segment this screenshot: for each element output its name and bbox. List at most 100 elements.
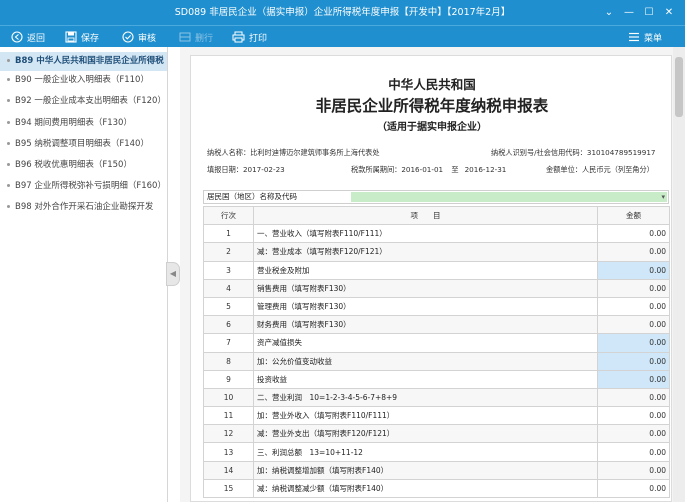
close-button[interactable]: ✕ xyxy=(659,0,679,25)
row-amount: 0.00 xyxy=(597,296,670,317)
tax-period-row: 税款所属期间：2016-01-01 至 2016-12-31 xyxy=(351,165,507,174)
maximize-button[interactable]: ☐ xyxy=(639,0,659,25)
dropdown-icon[interactable]: ⌄ xyxy=(599,0,619,25)
delete-row-icon xyxy=(178,31,191,44)
check-circle-icon xyxy=(121,31,134,44)
back-button[interactable]: 返回 xyxy=(10,26,45,48)
sidebar-item-b89[interactable]: B89 中华人民共和国非居民企业所得税 xyxy=(0,52,167,71)
currency-unit-row: 金额单位：人民币元（列至角分） xyxy=(546,165,654,174)
bullet-icon xyxy=(7,121,10,124)
taxid-value: 310104789519917 xyxy=(586,148,656,157)
row-line-number: 5 xyxy=(203,296,254,317)
row-amount: 0.00 xyxy=(597,242,670,262)
table-row: 9 投资收益 0.00 xyxy=(203,369,670,389)
delete-row-button[interactable]: 删行 xyxy=(178,26,213,48)
row-item: 加：纳税调整增加额（填写附表F140） xyxy=(253,460,598,480)
bullet-icon xyxy=(7,99,10,102)
sidebar: B89 中华人民共和国非居民企业所得税 B90 一般企业收入明细表（F110） … xyxy=(0,47,168,502)
bullet-icon xyxy=(7,142,10,145)
table-row: 10 二、营业利润 10=1-2-3-4-5-6-7+8+9 0.00 xyxy=(203,387,670,408)
table-row: 15 减：纳税调整减少额（填写附表F140） 0.00 xyxy=(203,478,670,499)
col-header-amount: 金额 xyxy=(597,205,670,226)
fill-date-row: 填报日期：2017-02-23 xyxy=(207,165,285,174)
row-item: 一、营业收入（填写附表F110/F111） xyxy=(253,224,598,244)
row-line-number: 12 xyxy=(203,424,254,444)
row-line-number: 14 xyxy=(203,460,254,480)
row-line-number: 7 xyxy=(203,333,254,353)
row-amount: 0.00 xyxy=(597,224,670,244)
tax-form: 中华人民共和国 非居民企业所得税年度纳税申报表 （适用于据实申报企业） 纳税人名… xyxy=(190,55,672,502)
col-header-line: 行次 xyxy=(203,205,254,226)
collapse-sidebar-toggle[interactable]: ◀ xyxy=(166,262,180,286)
sidebar-item-b98[interactable]: B98 对外合作开采石油企业勘探开发 xyxy=(0,198,167,217)
table-row: 14 加：纳税调整增加额（填写附表F140） 0.00 xyxy=(203,460,670,480)
title-bar: SD089 非居民企业（据实申报）企业所得税年度申报【开发中】【2017年2月】… xyxy=(0,0,685,25)
review-button[interactable]: 审核 xyxy=(121,26,156,48)
country-label: 居民国（地区）名称及代码 xyxy=(207,192,297,201)
table-row: 1 一、营业收入（填写附表F110/F111） 0.00 xyxy=(203,224,670,244)
row-amount: 0.00 xyxy=(597,478,670,499)
bullet-icon xyxy=(7,59,10,62)
row-amount-input[interactable]: 0.00 xyxy=(597,260,670,280)
row-amount-input[interactable]: 0.00 xyxy=(597,369,670,389)
row-item: 投资收益 xyxy=(253,369,598,389)
taxpayer-name: 比利时迪博迈尔建筑师事务所上海代表处 xyxy=(250,148,380,157)
row-amount: 0.00 xyxy=(597,406,670,426)
row-item: 二、营业利润 10=1-2-3-4-5-6-7+8+9 xyxy=(253,387,598,408)
bullet-icon xyxy=(7,78,10,81)
hamburger-icon xyxy=(627,31,640,44)
row-line-number: 15 xyxy=(203,478,254,499)
table-row: 12 减：营业外支出（填写附表F120/F121） 0.00 xyxy=(203,424,670,444)
row-line-number: 4 xyxy=(203,278,254,298)
country-input[interactable] xyxy=(351,192,667,202)
row-line-number: 2 xyxy=(203,242,254,262)
table-row: 13 三、利润总额 13=10+11-12 0.00 xyxy=(203,442,670,462)
row-item: 减：营业外支出（填写附表F120/F121） xyxy=(253,424,598,444)
sidebar-item-b95[interactable]: B95 纳税调整项目明细表（F140） xyxy=(0,135,167,154)
sidebar-item-b96[interactable]: B96 税收优惠明细表（F150） xyxy=(0,156,167,175)
row-line-number: 1 xyxy=(203,224,254,244)
row-amount: 0.00 xyxy=(597,278,670,298)
row-amount: 0.00 xyxy=(597,315,670,335)
form-subtitle: （适用于据实申报企业） xyxy=(377,122,487,133)
currency-unit: 人民币元（列至角分） xyxy=(581,165,654,174)
save-icon xyxy=(64,31,77,44)
row-line-number: 8 xyxy=(203,351,254,371)
row-item: 加：公允价值变动收益 xyxy=(253,351,598,371)
row-item: 销售费用（填写附表F130） xyxy=(253,278,598,298)
period-start: 2016-01-01 xyxy=(401,165,444,174)
toolbar: 返回 保存 审核 删行 打印 菜单 xyxy=(0,25,685,47)
taxid-row: 纳税人识别号/社会信用代码：310104789519917 xyxy=(491,148,656,157)
document-area: 中华人民共和国 非居民企业所得税年度纳税申报表 （适用于据实申报企业） 纳税人名… xyxy=(180,47,685,502)
menu-button[interactable]: 菜单 xyxy=(627,26,662,48)
row-amount: 0.00 xyxy=(597,442,670,462)
row-line-number: 9 xyxy=(203,369,254,389)
table-row: 3 营业税金及附加 0.00 xyxy=(203,260,670,280)
table-row: 4 销售费用（填写附表F130） 0.00 xyxy=(203,278,670,298)
row-amount-input[interactable]: 0.00 xyxy=(597,333,670,353)
vertical-scrollbar[interactable] xyxy=(673,47,685,502)
sidebar-item-b97[interactable]: B97 企业所得税弥补亏损明细（F160） xyxy=(0,177,167,196)
save-button[interactable]: 保存 xyxy=(64,26,99,48)
row-item: 减：营业成本（填写附表F120/F121） xyxy=(253,242,598,262)
sidebar-item-b90[interactable]: B90 一般企业收入明细表（F110） xyxy=(0,71,167,90)
row-item: 减：纳税调整减少额（填写附表F140） xyxy=(253,478,598,499)
sidebar-item-b92[interactable]: B92 一般企业成本支出明细表（F120） xyxy=(0,92,167,111)
print-button[interactable]: 打印 xyxy=(232,26,267,48)
sidebar-item-b94[interactable]: B94 期间费用明细表（F130） xyxy=(0,114,167,133)
table-row: 6 财务费用（填写附表F130） 0.00 xyxy=(203,315,670,335)
row-line-number: 11 xyxy=(203,406,254,426)
chevron-down-icon[interactable]: ▾ xyxy=(661,191,665,203)
scrollbar-thumb[interactable] xyxy=(675,57,683,117)
window-controls: ⌄ — ☐ ✕ xyxy=(599,0,679,25)
taxpayer-name-row: 纳税人名称：比利时迪博迈尔建筑师事务所上海代表处 xyxy=(207,148,380,157)
form-title: 非居民企业所得税年度纳税申报表 xyxy=(315,97,549,115)
bullet-icon xyxy=(7,163,10,166)
table-row: 7 资产减值损失 0.00 xyxy=(203,333,670,353)
row-line-number: 13 xyxy=(203,442,254,462)
row-amount-input[interactable]: 0.00 xyxy=(597,351,670,371)
row-line-number: 3 xyxy=(203,260,254,280)
minimize-button[interactable]: — xyxy=(619,0,639,25)
country-select[interactable]: 居民国（地区）名称及代码 ▾ xyxy=(203,190,669,204)
table-row: 8 加：公允价值变动收益 0.00 xyxy=(203,351,670,371)
